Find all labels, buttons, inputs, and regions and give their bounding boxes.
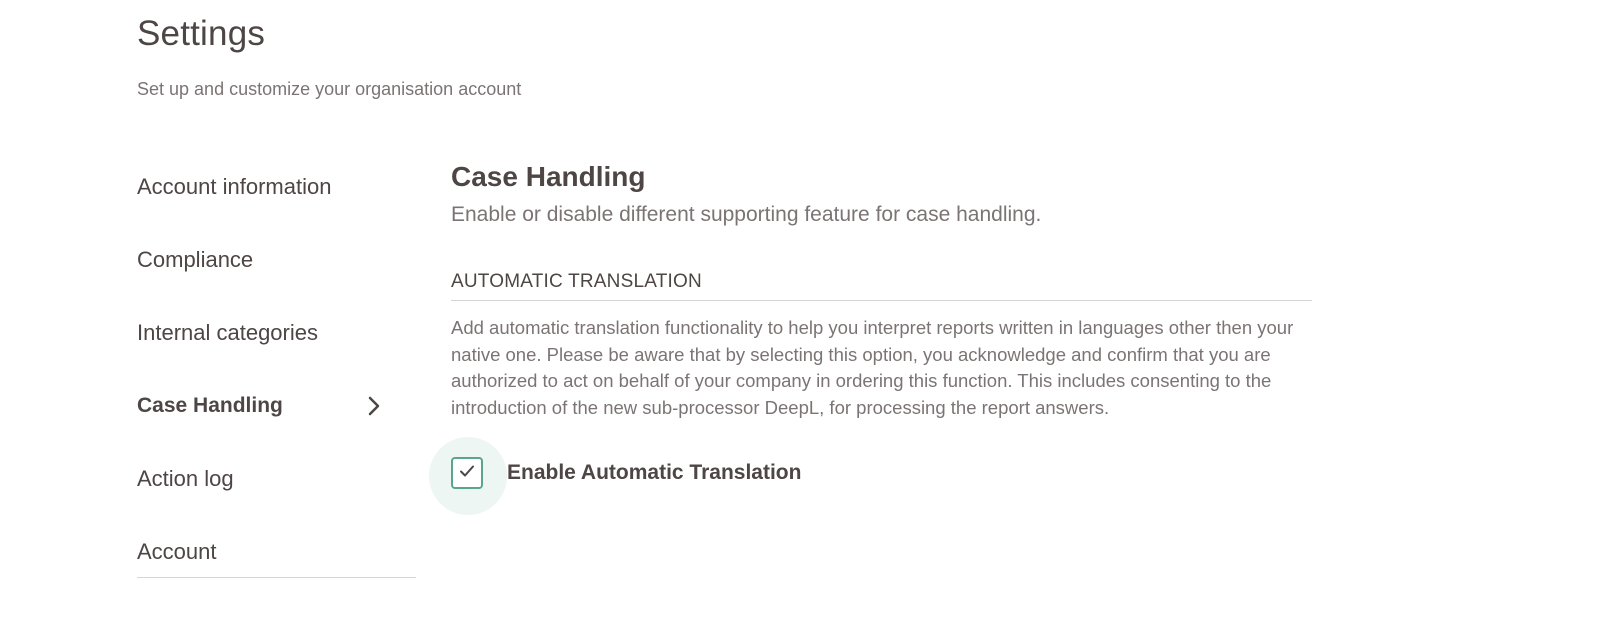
sidebar-item-label: Case Handling xyxy=(137,393,283,417)
sidebar-item-label: Compliance xyxy=(137,246,254,272)
sidebar-item-label: Action log xyxy=(137,465,234,491)
chevron-right-icon xyxy=(364,396,384,416)
enable-automatic-translation-row: Enable Automatic Translation xyxy=(429,437,1312,515)
sidebar-divider xyxy=(137,577,416,578)
sidebar-item-account-information[interactable]: Account information xyxy=(137,150,416,223)
sidebar-item-action-log[interactable]: Action log xyxy=(137,442,416,515)
enable-automatic-translation-label[interactable]: Enable Automatic Translation xyxy=(507,461,801,485)
case-handling-panel: Case Handling Enable or disable differen… xyxy=(429,157,1312,515)
settings-page: Settings Set up and customize your organ… xyxy=(0,0,1600,632)
sidebar-item-case-handling[interactable]: Case Handling xyxy=(137,369,416,442)
sidebar-item-internal-categories[interactable]: Internal categories xyxy=(137,296,416,369)
automatic-translation-description: Add automatic translation functionality … xyxy=(451,317,1294,418)
sidebar-item-label: Internal categories xyxy=(137,319,318,345)
page-title: Settings xyxy=(137,14,266,53)
enable-automatic-translation-checkbox[interactable] xyxy=(451,457,483,489)
section-title: Case Handling xyxy=(451,161,646,192)
sidebar-item-label: Account xyxy=(137,538,217,564)
page-subtitle: Set up and customize your organisation a… xyxy=(137,79,522,99)
check-icon xyxy=(458,463,476,484)
settings-sidebar: Account information Compliance Internal … xyxy=(137,150,416,588)
automatic-translation-header: AUTOMATIC TRANSLATION xyxy=(451,271,1312,301)
section-description: Enable or disable different supporting f… xyxy=(451,203,1042,226)
sidebar-item-label: Account information xyxy=(137,173,332,199)
sidebar-item-compliance[interactable]: Compliance xyxy=(137,223,416,296)
